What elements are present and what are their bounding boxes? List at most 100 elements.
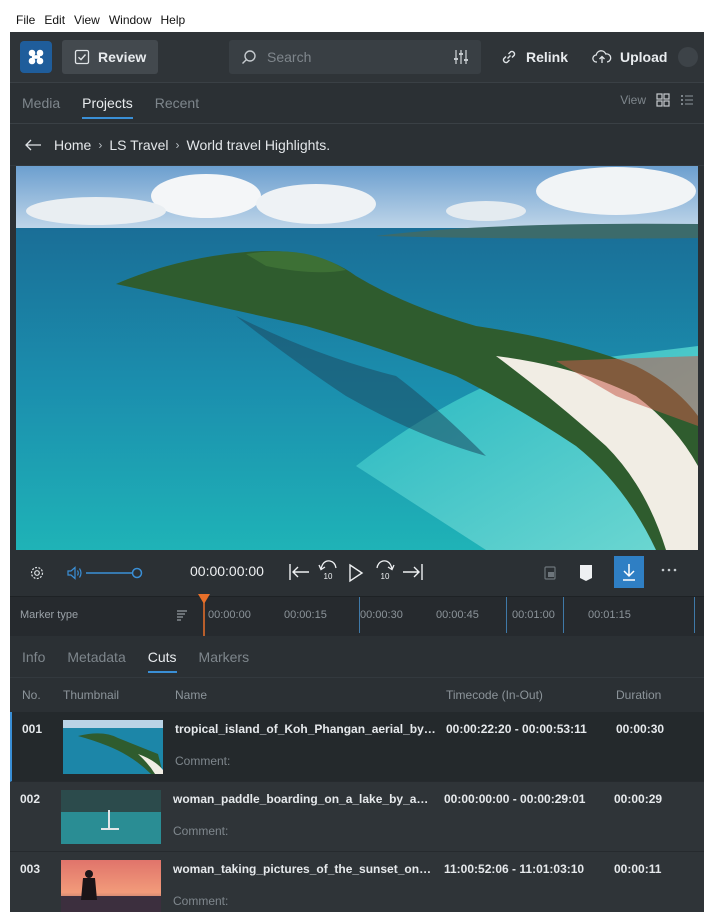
tab-recent[interactable]: Recent [155, 85, 199, 121]
nav-tabs: Media Projects Recent View [10, 82, 704, 124]
row-comment[interactable]: Comment: [173, 894, 228, 908]
play-icon [349, 563, 364, 583]
trash-icon [544, 566, 556, 580]
tick-label: 00:01:15 [588, 609, 631, 621]
table-row[interactable]: 002 woman_paddle_boarding_on_a_lake_by_a… [10, 782, 704, 852]
relink-button[interactable]: Relink [500, 40, 568, 74]
timecode-display: 00:00:00:00 [190, 563, 264, 579]
row-number: 003 [20, 862, 41, 876]
user-avatar[interactable] [678, 47, 698, 67]
download-icon [623, 564, 635, 581]
jump-start-icon [289, 564, 309, 580]
tab-cuts[interactable]: Cuts [147, 639, 177, 675]
jump-end-button[interactable] [402, 563, 424, 581]
download-button[interactable] [614, 556, 644, 588]
upload-button[interactable]: Upload [592, 40, 667, 74]
row-name: woman_taking_pictures_of_the_sunset_on_t… [173, 862, 435, 876]
forward-icon [376, 560, 395, 571]
review-check-icon [74, 49, 90, 65]
row-thumbnail[interactable] [63, 720, 163, 774]
tick-divider [563, 597, 564, 633]
column-thumbnail[interactable]: Thumbnail [63, 688, 119, 702]
tick-label: 00:00:30 [360, 609, 403, 621]
tick-label: 00:00:45 [436, 609, 479, 621]
column-duration[interactable]: Duration [616, 688, 661, 702]
jump-start-button[interactable] [288, 563, 310, 581]
upload-label: Upload [620, 49, 668, 65]
row-duration: 00:00:30 [616, 722, 665, 736]
row-thumbnail[interactable] [61, 790, 161, 844]
island-aerial-frame [16, 166, 698, 550]
tick-divider [694, 597, 695, 633]
toolbar: Review Relink [10, 32, 704, 82]
rewind-10-button[interactable]: 10 [318, 558, 338, 581]
marker-timeline[interactable]: Marker type 00:00:00 00:00:15 00:00:30 0… [10, 594, 704, 636]
gear-icon [30, 566, 44, 580]
tab-markers[interactable]: Markers [199, 639, 250, 675]
breadcrumb-current: World travel Highlights. [186, 136, 331, 153]
breadcrumb: Home › LS Travel › World travel Highligh… [10, 124, 704, 166]
menu-edit[interactable]: Edit [44, 13, 65, 27]
row-number: 001 [22, 722, 43, 736]
row-timecode: 11:00:52:06 - 11:01:03:10 [444, 862, 585, 876]
column-no[interactable]: No. [22, 688, 41, 702]
menu-window[interactable]: Window [109, 13, 152, 27]
breadcrumb-ls-travel[interactable]: LS Travel [109, 137, 168, 153]
row-duration: 00:00:29 [614, 792, 663, 806]
tick-label: 00:00:00 [208, 609, 251, 621]
row-number: 002 [20, 792, 41, 806]
detail-tabs: Info Metadata Cuts Markers [10, 636, 704, 678]
volume-slider[interactable] [86, 567, 144, 579]
review-label: Review [98, 49, 147, 65]
column-name[interactable]: Name [175, 688, 207, 702]
playhead-marker[interactable] [197, 594, 211, 636]
tab-media[interactable]: Media [22, 85, 60, 121]
cloud-upload-icon [592, 50, 612, 63]
breadcrumb-home[interactable]: Home [54, 137, 91, 153]
filter-sliders-icon[interactable] [453, 48, 469, 66]
more-options-button[interactable] [661, 568, 677, 572]
tab-projects[interactable]: Projects [82, 85, 133, 121]
tab-metadata[interactable]: Metadata [67, 639, 125, 675]
row-timecode: 00:00:00:00 - 00:00:29:01 [444, 792, 586, 806]
player-controls: 00:00:00:00 10 10 [10, 550, 704, 596]
volume-track [86, 567, 143, 579]
tick-divider [506, 597, 507, 633]
settings-button[interactable] [28, 564, 46, 582]
cuts-table-header: No. Thumbnail Name Timecode (In-Out) Dur… [10, 678, 704, 712]
bookmark-icon [580, 565, 592, 581]
tab-info[interactable]: Info [22, 639, 45, 675]
play-button[interactable] [348, 563, 364, 583]
review-button[interactable]: Review [62, 40, 159, 74]
more-dots-icon [661, 568, 677, 572]
forward-seconds: 10 [380, 572, 390, 581]
app-logo-icon [28, 49, 44, 65]
back-arrow-icon[interactable] [24, 138, 42, 152]
row-comment[interactable]: Comment: [173, 824, 228, 838]
grid-view-icon[interactable] [656, 93, 670, 107]
volume-icon[interactable] [66, 565, 84, 581]
marker-type-label: Marker type [20, 609, 79, 621]
table-row[interactable]: 001 tropical_island_of_Koh_Phangan_aeria… [10, 712, 704, 782]
menu-file[interactable]: File [16, 13, 35, 27]
row-thumbnail[interactable] [61, 860, 161, 912]
row-duration: 00:00:11 [614, 862, 662, 876]
list-view-icon[interactable] [680, 93, 694, 107]
video-preview[interactable] [16, 166, 698, 550]
row-name: woman_paddle_boarding_on_a_lake_by_a_mou… [173, 792, 435, 806]
table-row[interactable]: 003 woman_taking_pictures_of_the_sunset_… [10, 852, 704, 912]
marker-button[interactable] [579, 564, 593, 582]
menu-help[interactable]: Help [161, 13, 186, 27]
rewind-icon [318, 560, 337, 571]
row-name: tropical_island_of_Koh_Phangan_aerial_by… [175, 722, 437, 736]
column-timecode[interactable]: Timecode (In-Out) [446, 688, 543, 702]
search-input[interactable] [267, 49, 453, 65]
app-logo-button[interactable] [20, 41, 52, 73]
row-comment[interactable]: Comment: [175, 754, 230, 768]
forward-10-button[interactable]: 10 [375, 558, 395, 581]
relink-label: Relink [526, 49, 569, 65]
row-timecode: 00:00:22:20 - 00:00:53:11 [446, 722, 587, 736]
delete-button[interactable] [542, 565, 558, 581]
menu-view[interactable]: View [74, 13, 100, 27]
marker-filter-icon[interactable] [176, 609, 188, 621]
